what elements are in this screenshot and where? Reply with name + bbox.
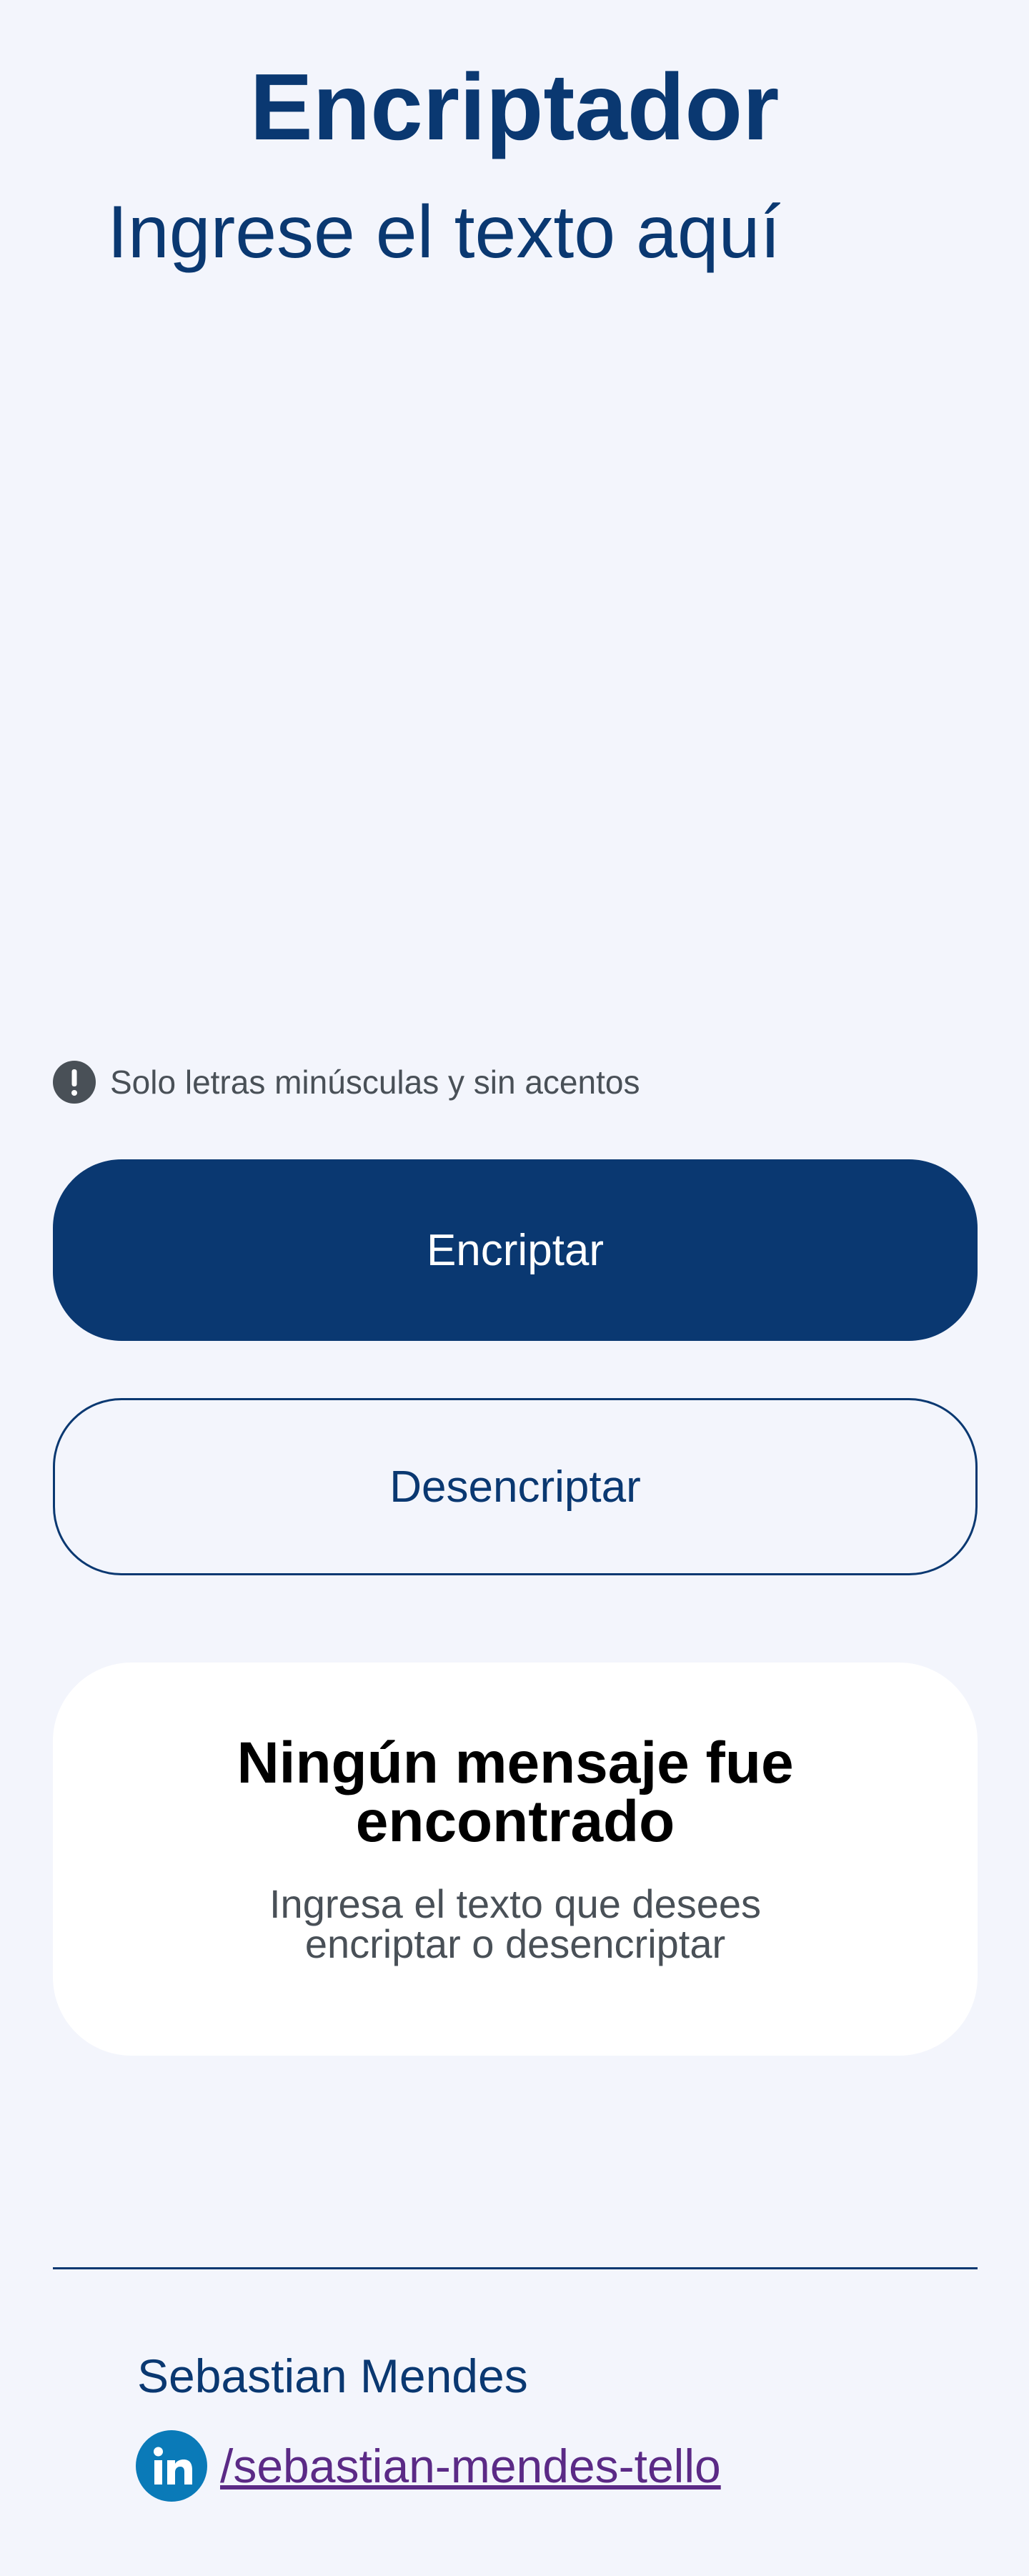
page-title: Encriptador [249, 54, 780, 159]
output-empty-subtitle: Ingresa el texto que desees encriptar o … [269, 1881, 762, 1966]
author-name: Sebastian Mendes [137, 2349, 528, 2402]
text-input[interactable] [107, 186, 922, 1015]
input-hint: Solo letras minúsculas y sin acentos [51, 1056, 640, 1108]
encrypt-button[interactable]: Encriptar [53, 1159, 978, 1341]
linkedin-icon[interactable] [136, 2430, 207, 2502]
linkedin-link[interactable]: /sebastian-mendes-tello [220, 2439, 721, 2493]
output-empty-title: Ningún mensaje fue encontrado [237, 1730, 794, 1854]
exclamation-icon [53, 1061, 96, 1104]
social-links: /sebastian-mendes-tello [136, 2430, 721, 2502]
hint-text: Solo letras minúsculas y sin acentos [110, 1064, 640, 1101]
footer-divider [53, 2267, 978, 2269]
decrypt-button[interactable]: Desencriptar [53, 1398, 978, 1575]
output-panel: Ningún mensaje fue encontrado Ingresa el… [53, 1663, 978, 2056]
